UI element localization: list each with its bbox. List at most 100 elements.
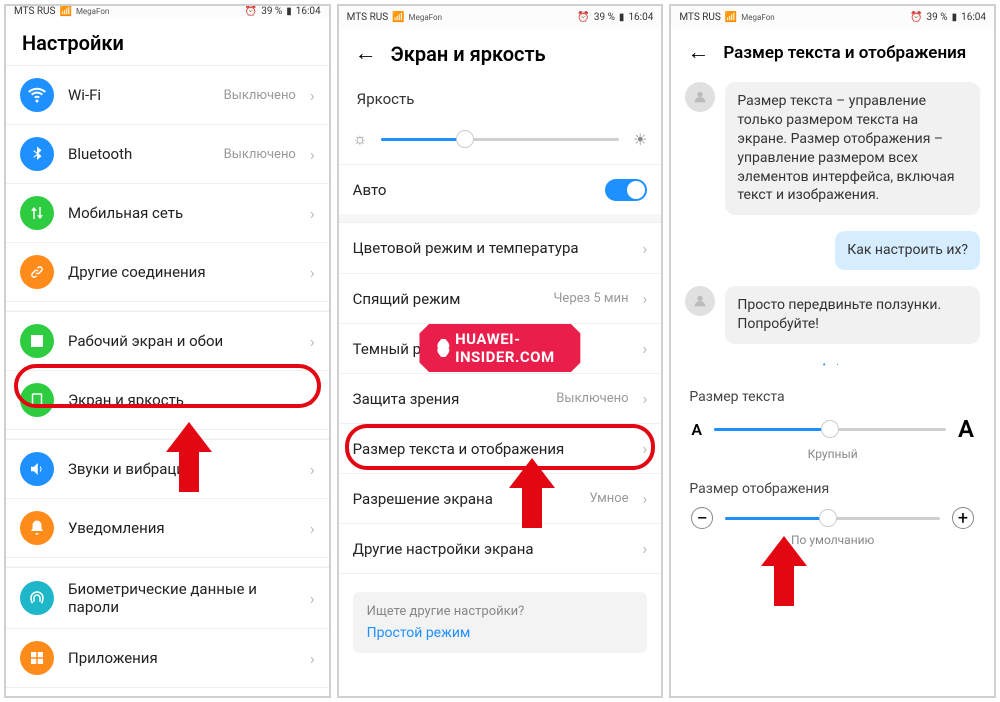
row-label: Защита зрения	[353, 390, 543, 408]
signal-icon: 📶	[392, 12, 404, 23]
carrier-sub: MegaFon	[76, 7, 109, 16]
row-label: Авто	[353, 181, 592, 199]
hint-question: Ищете другие настройки?	[367, 604, 634, 619]
watermark: HUAWEI-INSIDER.COM	[419, 324, 580, 372]
row-other-connections[interactable]: Другие соединения ›	[6, 242, 329, 301]
chevron-right-icon: ›	[310, 332, 315, 351]
link-icon	[20, 255, 54, 289]
back-button[interactable]: ←	[355, 43, 377, 65]
auto-brightness-toggle[interactable]	[605, 179, 647, 201]
row-label: Биометрические данные и пароли	[68, 580, 296, 616]
row-label: Другие настройки экрана	[353, 540, 629, 558]
row-label: Экран и яркость	[68, 391, 296, 409]
row-value: Умное	[590, 491, 629, 506]
row-display-brightness[interactable]: Экран и яркость ›	[6, 370, 329, 429]
row-bluetooth[interactable]: Bluetooth Выключено ›	[6, 124, 329, 183]
row-notifications[interactable]: Уведомления ›	[6, 498, 329, 557]
apps-icon	[20, 641, 54, 675]
row-wifi[interactable]: Wi-Fi Выключено ›	[6, 66, 329, 124]
brightness-slider-row: ☼ ☀	[339, 114, 662, 164]
minus-icon[interactable]: −	[691, 507, 713, 529]
carrier-sub: MegaFon	[409, 13, 442, 22]
display-size-title: Размер отображения	[671, 471, 994, 501]
page-title: Настройки	[6, 17, 329, 65]
chevron-right-icon: ›	[643, 339, 648, 358]
carrier-label: MTS RUS	[679, 12, 720, 23]
row-label: Bluetooth	[68, 145, 210, 163]
home-icon	[20, 324, 54, 358]
settings-group-display: Рабочий экран и обои › Экран и яркость ›	[6, 311, 329, 430]
row-home-wallpaper[interactable]: Рабочий экран и обои ›	[6, 312, 329, 370]
carrier-sub: MegaFon	[741, 13, 774, 22]
back-button[interactable]: ←	[687, 42, 709, 64]
page-title: ← Экран и яркость	[339, 28, 662, 76]
small-a-icon: A	[691, 420, 702, 439]
row-mobile-network[interactable]: Мобильная сеть ›	[6, 183, 329, 242]
text-size-title: Размер текста	[671, 379, 994, 409]
sun-high-icon: ☀	[633, 130, 647, 149]
brightness-label: Яркость	[339, 76, 662, 114]
row-resolution[interactable]: Разрешение экрана Умное ›	[339, 473, 662, 523]
chat-row: Размер текста – управление только размер…	[671, 74, 994, 223]
battery-label: 39 %	[261, 6, 282, 17]
hint-panel[interactable]: Ищете другие настройки? Простой режим	[353, 592, 648, 653]
row-color-mode[interactable]: Цветовой режим и температура ›	[339, 223, 662, 273]
time-label: 16:04	[961, 12, 986, 23]
chevron-right-icon: ›	[643, 389, 648, 408]
alarm-icon: ⏰	[910, 12, 922, 23]
chevron-right-icon: ›	[310, 263, 315, 282]
time-label: 16:04	[296, 6, 321, 17]
text-size-slider[interactable]	[714, 428, 946, 431]
row-label: Звуки и вибрация	[68, 460, 296, 478]
instruction-bubble: Просто передвиньте ползунки. Попробуйте!	[725, 286, 980, 344]
battery-icon: ▮	[619, 12, 625, 23]
row-apps[interactable]: Приложения ›	[6, 628, 329, 687]
display-size-slider[interactable]	[725, 517, 940, 520]
display-icon	[20, 383, 54, 417]
carrier-label: MTS RUS	[347, 12, 388, 23]
alarm-icon: ⏰	[245, 6, 257, 17]
row-text-display-size[interactable]: Размер текста и отображения ›	[339, 423, 662, 473]
alarm-icon: ⏰	[577, 12, 589, 23]
row-other-display[interactable]: Другие настройки экрана ›	[339, 523, 662, 573]
hint-link[interactable]: Простой режим	[367, 625, 634, 641]
display-size-row: − +	[671, 501, 994, 533]
chat-row: Как настроить их?	[671, 223, 994, 278]
brightness-slider[interactable]	[381, 138, 619, 141]
row-label: Мобильная сеть	[68, 204, 296, 222]
chevron-right-icon: ›	[310, 145, 315, 164]
signal-icon: 📶	[725, 12, 737, 23]
fingerprint-icon	[20, 581, 54, 615]
row-value: Выключено	[556, 391, 628, 406]
chevron-right-icon: ›	[310, 86, 315, 105]
plus-icon[interactable]: +	[952, 507, 974, 529]
row-label: Цветовой режим и температура	[353, 239, 629, 257]
bell-icon	[20, 511, 54, 545]
status-bar: MTS RUS 📶 MegaFon ⏰ 39 % ▮ 16:04	[671, 6, 994, 28]
battery-label: 39 %	[594, 12, 615, 23]
row-label: Wi-Fi	[68, 86, 210, 104]
row-sounds[interactable]: Звуки и вибрация ›	[6, 440, 329, 498]
chat-row: Просто передвиньте ползунки. Попробуйте!	[671, 278, 994, 352]
chevron-right-icon: ›	[643, 289, 648, 308]
large-a-icon: A	[958, 415, 974, 443]
chevron-right-icon: ›	[310, 460, 315, 479]
row-sleep-mode[interactable]: Спящий режим Через 5 мин ›	[339, 273, 662, 323]
page-title: ← Размер текста и отображения	[671, 28, 994, 74]
phone-screen-1: MTS RUS 📶 MegaFon ⏰ 39 % ▮ 16:04 Настрой…	[4, 4, 331, 698]
row-biometrics[interactable]: Биометрические данные и пароли ›	[6, 568, 329, 628]
sound-icon	[20, 452, 54, 486]
row-auto-brightness[interactable]: Авто	[339, 164, 662, 214]
chevron-right-icon: ›	[310, 519, 315, 538]
wifi-icon	[20, 78, 54, 112]
carrier-label: MTS RUS	[14, 6, 55, 17]
settings-group-sound: Звуки и вибрация › Уведомления ›	[6, 439, 329, 558]
page-indicator: • ·	[671, 352, 994, 379]
battery-icon: ▮	[286, 6, 292, 17]
bluetooth-icon	[20, 137, 54, 171]
time-label: 16:04	[628, 12, 653, 23]
status-bar: MTS RUS 📶 MegaFon ⏰ 39 % ▮ 16:04	[6, 6, 329, 17]
row-label: Уведомления	[68, 519, 296, 537]
row-eye-comfort[interactable]: Защита зрения Выключено ›	[339, 373, 662, 423]
row-label: Рабочий экран и обои	[68, 332, 296, 350]
